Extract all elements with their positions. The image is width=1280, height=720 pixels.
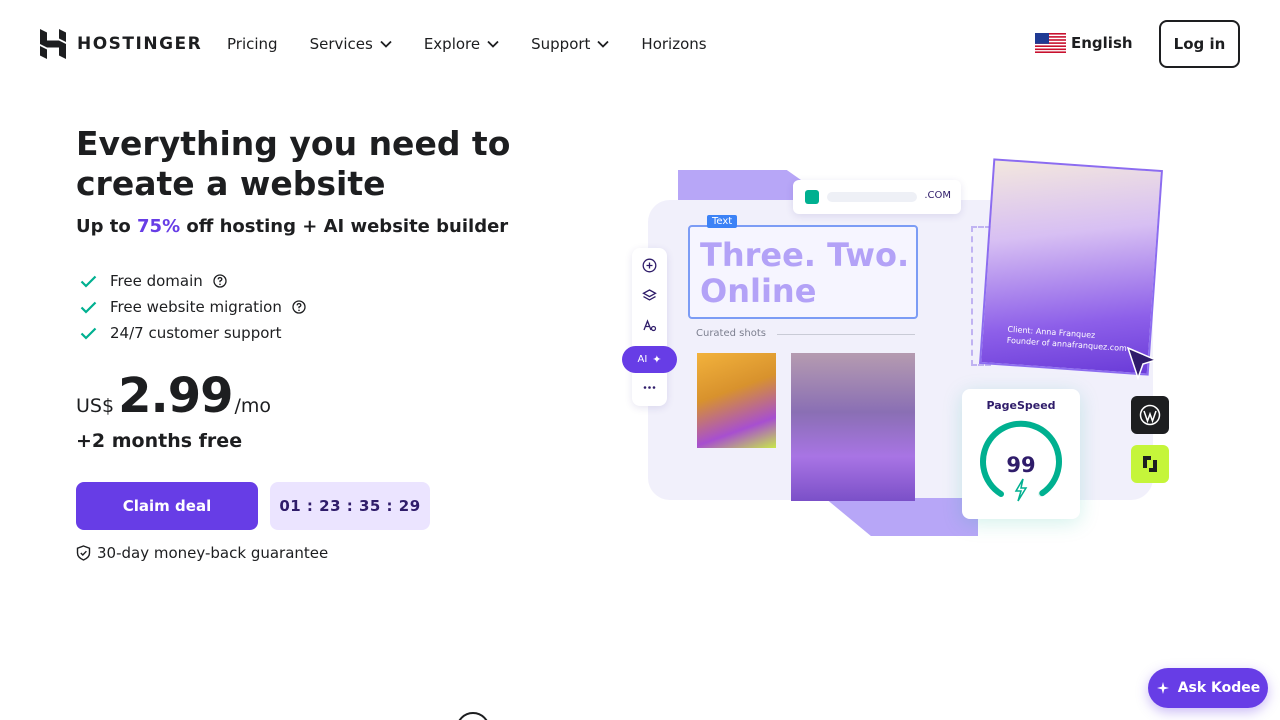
main-nav: Pricing Services Explore Support Horizon… xyxy=(227,33,739,55)
price-period: /mo xyxy=(234,395,272,417)
feature-label: 24/7 customer support xyxy=(110,324,282,342)
photo-caption: Client: Anna Franquez Founder of annafra… xyxy=(1006,324,1128,354)
lock-icon xyxy=(805,190,819,204)
typography-icon xyxy=(643,319,657,332)
more-dots-icon xyxy=(643,386,656,389)
domain-suffix: .COM xyxy=(924,190,951,201)
subtitle-prefix: Up to xyxy=(76,216,138,237)
bolt-icon xyxy=(1014,478,1028,502)
feature-label: Free website migration xyxy=(110,298,282,316)
discount-highlight: 75% xyxy=(137,216,181,237)
check-icon xyxy=(80,301,97,314)
headline-textbox: Three. Two. Online xyxy=(688,225,918,319)
ask-kodee-label: Ask Kodee xyxy=(1177,680,1261,696)
hostinger-logo-icon xyxy=(40,29,66,59)
nav-item-services[interactable]: Services xyxy=(310,33,392,55)
feature-label: Free domain xyxy=(110,272,203,290)
sparkle-icon: ✦ xyxy=(652,353,662,366)
list-item: Free website migration xyxy=(80,294,306,320)
pagespeed-score: 99 xyxy=(1006,453,1036,477)
plus-circle-icon xyxy=(642,258,657,273)
price: US$ 2.99 /mo xyxy=(76,368,271,424)
portrait-photo xyxy=(791,353,915,501)
scroll-indicator[interactable] xyxy=(456,712,490,720)
list-item: Free domain xyxy=(80,268,306,294)
pagespeed-title: PageSpeed xyxy=(986,399,1056,412)
info-icon[interactable] xyxy=(292,300,306,314)
ai-button: AI ✦ xyxy=(622,346,677,373)
nav-item-label: Pricing xyxy=(227,35,278,53)
ask-kodee-button[interactable]: Ask Kodee xyxy=(1148,668,1268,708)
subtitle-suffix: off hosting + AI website builder xyxy=(180,216,509,237)
login-button[interactable]: Log in xyxy=(1159,20,1240,68)
us-flag-icon xyxy=(1035,33,1066,53)
hero-title: Everything you need to create a website xyxy=(76,124,511,203)
shield-check-icon xyxy=(76,545,91,561)
ai-label: AI xyxy=(637,354,648,365)
language-label: English xyxy=(1071,34,1133,52)
domain-bar: .COM xyxy=(793,180,961,214)
pagespeed-card: PageSpeed 99 xyxy=(962,389,1080,519)
nav-item-label: Explore xyxy=(423,35,481,53)
ai-sparkle-icon xyxy=(1156,682,1169,694)
text-element-tag: Text xyxy=(707,215,738,228)
claim-deal-button[interactable]: Claim deal xyxy=(76,482,258,530)
layers-icon xyxy=(642,289,657,301)
bonus-text: +2 months free xyxy=(76,430,243,452)
chevron-down-icon xyxy=(597,40,610,48)
wordpress-icon xyxy=(1139,404,1161,426)
nav-item-explore[interactable]: Explore xyxy=(424,33,499,55)
info-icon[interactable] xyxy=(213,274,227,288)
hostinger-logo[interactable]: HOSTINGER xyxy=(40,29,202,59)
fashion-photo xyxy=(697,353,776,448)
chevron-down-icon xyxy=(487,40,499,48)
feature-list: Free domain Free website migration 24/7 … xyxy=(80,268,306,346)
nav-item-label: Horizons xyxy=(641,35,707,53)
nav-item-horizons[interactable]: Horizons xyxy=(641,33,706,55)
check-icon xyxy=(80,275,97,288)
money-back-guarantee: 30-day money-back guarantee xyxy=(76,544,328,562)
language-selector[interactable]: English xyxy=(1035,33,1133,53)
guarantee-label: 30-day money-back guarantee xyxy=(97,544,329,562)
countdown-timer: 01 : 23 : 35 : 29 xyxy=(270,482,430,530)
wordpress-badge xyxy=(1131,396,1169,434)
horizons-icon xyxy=(1143,456,1157,472)
price-currency: US$ xyxy=(76,395,115,417)
sample-headline: Three. Two. Online xyxy=(700,237,920,309)
nav-item-pricing[interactable]: Pricing xyxy=(227,33,278,55)
url-placeholder xyxy=(827,192,917,202)
headline-line: Online xyxy=(700,272,817,310)
hero-subtitle: Up to 75% off hosting + AI website build… xyxy=(76,216,508,237)
headline-line: Three. Two. xyxy=(700,236,910,274)
brand-name: HOSTINGER xyxy=(77,34,203,54)
editor-toolbar xyxy=(632,248,667,406)
decorative-shape xyxy=(825,498,978,536)
hero-illustration: .COM AI ✦ Three. Two. Online Text Curate… xyxy=(620,158,1180,540)
nav-item-label: Support xyxy=(531,35,591,53)
price-amount: 2.99 xyxy=(118,368,233,424)
divider xyxy=(777,334,915,335)
chevron-down-icon xyxy=(380,40,392,48)
horizons-badge xyxy=(1131,445,1169,483)
cursor-arrow-icon xyxy=(1126,346,1158,380)
curated-shots-label: Curated shots xyxy=(696,328,766,339)
list-item: 24/7 customer support xyxy=(80,320,306,346)
photographer-photo: Client: Anna Franquez Founder of annafra… xyxy=(979,158,1163,376)
nav-item-label: Services xyxy=(309,35,373,53)
check-icon xyxy=(80,327,97,340)
nav-item-support[interactable]: Support xyxy=(531,33,610,55)
site-header: HOSTINGER Pricing Services Explore Suppo… xyxy=(0,0,1280,88)
